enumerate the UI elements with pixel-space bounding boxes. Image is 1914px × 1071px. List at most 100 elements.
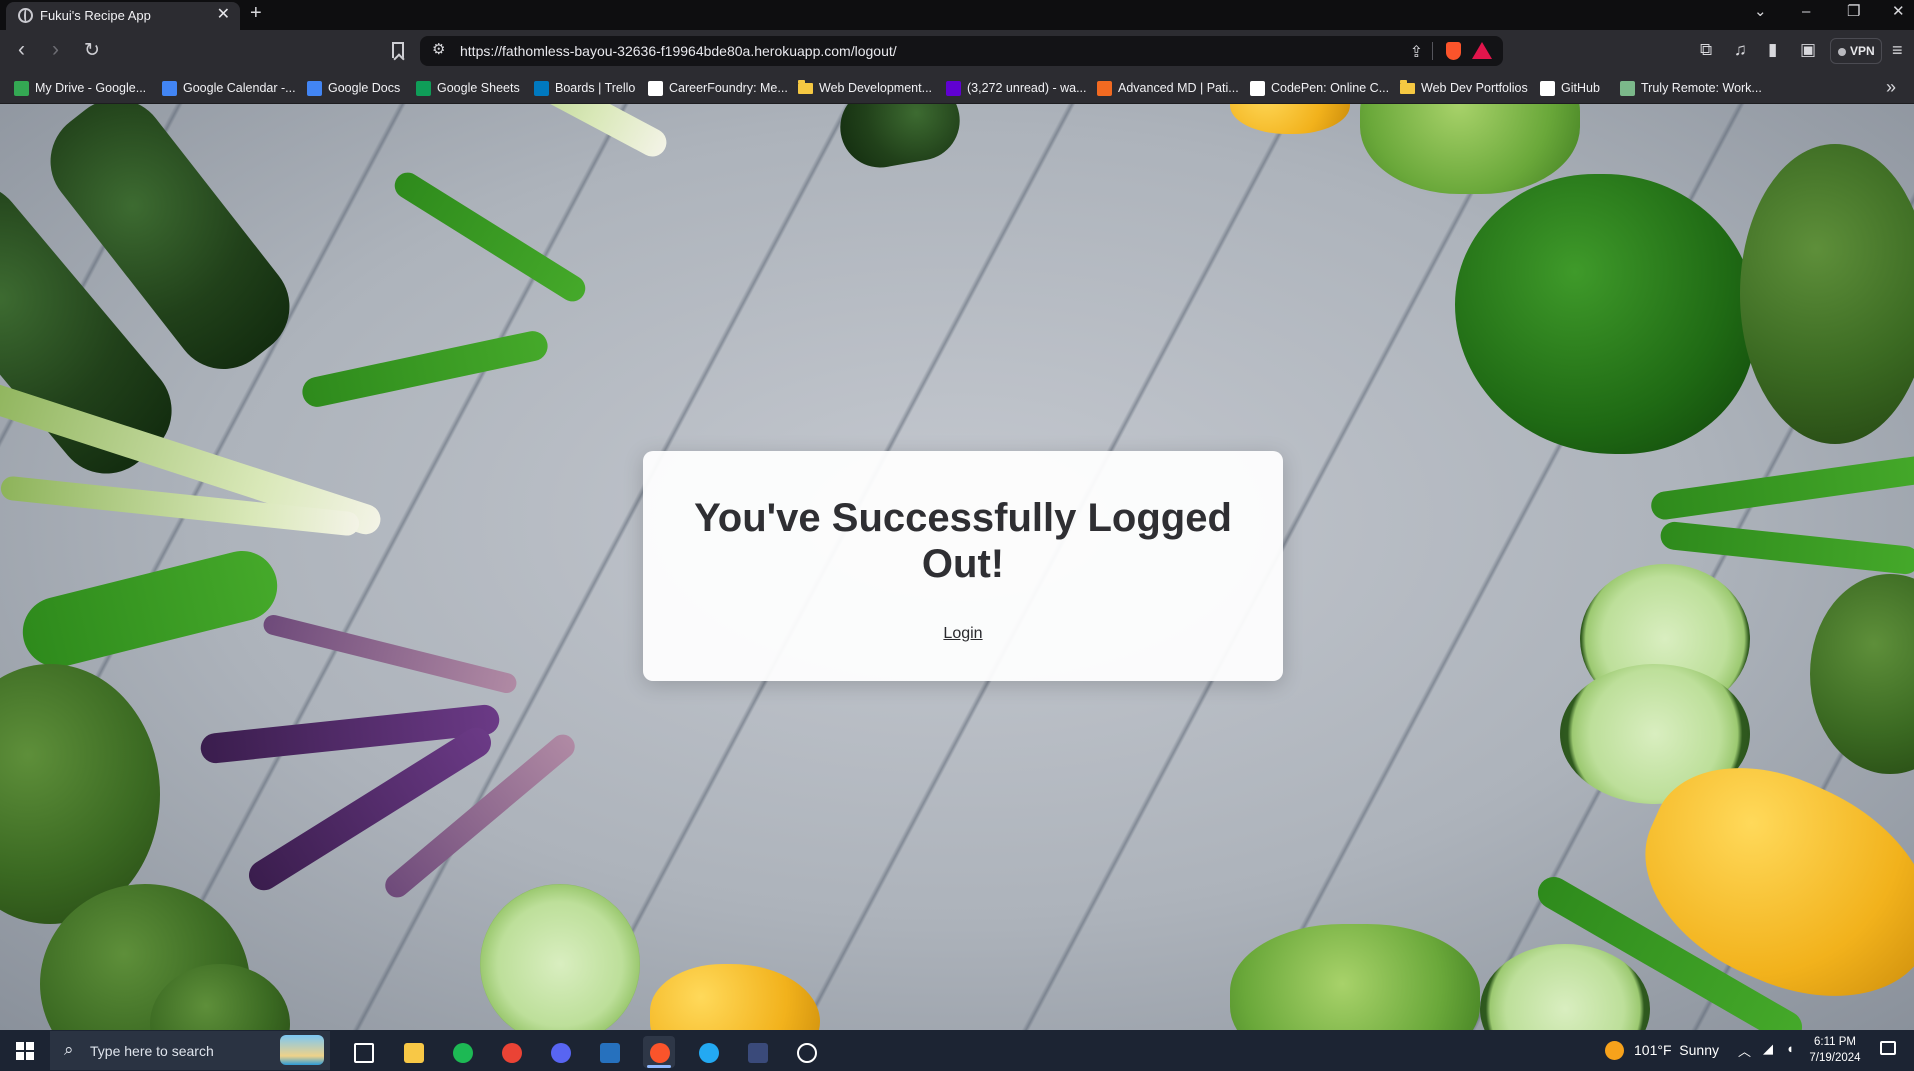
cucumber-slice-image <box>480 884 640 1030</box>
steam-icon <box>797 1043 817 1063</box>
discord-icon <box>551 1043 571 1063</box>
brave-icon <box>650 1043 670 1063</box>
login-link[interactable]: Login <box>643 625 1283 643</box>
new-tab-button[interactable]: + <box>250 1 262 25</box>
bookmark-label: Web Development... <box>819 81 933 95</box>
vpn-button[interactable]: VPN <box>1830 38 1882 64</box>
windows-start-icon[interactable] <box>16 1042 34 1060</box>
bookmark-item[interactable]: Advanced MD | Pati... <box>1097 78 1239 98</box>
cucumber-image <box>833 104 967 174</box>
network-icon[interactable]: ◢ <box>1763 1041 1773 1057</box>
task-view-icon <box>354 1043 374 1063</box>
weather-sun-icon[interactable] <box>1605 1041 1624 1060</box>
taskbar-app-button[interactable] <box>347 1036 379 1068</box>
bookmark-label: GitHub <box>1561 81 1600 95</box>
bookmarks-overflow-icon[interactable]: » <box>1886 77 1896 98</box>
bookmark-label: Web Dev Portfolios <box>1421 81 1528 95</box>
taskbar-app-button[interactable] <box>593 1036 625 1068</box>
forward-button[interactable]: › <box>52 39 59 61</box>
bookmark-item[interactable]: Google Sheets <box>416 78 520 98</box>
reload-button[interactable]: ↻ <box>84 40 100 62</box>
powershell-icon <box>600 1043 620 1063</box>
taskbar-app-button[interactable] <box>495 1036 527 1068</box>
notifications-icon[interactable] <box>1880 1041 1896 1055</box>
taskbar-app-button[interactable] <box>446 1036 478 1068</box>
broccoli-image <box>1810 574 1914 774</box>
tab-close-icon[interactable]: ✕ <box>217 5 230 25</box>
spotify-icon <box>453 1043 473 1063</box>
corn-image <box>650 964 820 1030</box>
back-button[interactable]: ‹ <box>18 39 25 61</box>
bookmark-item[interactable]: Google Docs <box>307 78 400 98</box>
bookmark-item[interactable]: CareerFoundry: Me... <box>648 78 788 98</box>
active-app-indicator <box>647 1065 671 1068</box>
yahoo-mail-icon <box>946 80 961 96</box>
page-viewport: You've Successfully Logged Out! Login <box>0 104 1914 1030</box>
brave-shields-icon[interactable] <box>1446 42 1461 60</box>
vpn-label: VPN <box>1850 44 1875 58</box>
sidebar-icon[interactable]: ▮ <box>1768 40 1777 60</box>
address-bar[interactable]: ⚙ https://fathomless-bayou-32636-f19964b… <box>420 36 1503 66</box>
extensions-icon[interactable]: ⧉ <box>1700 40 1712 60</box>
logout-heading: You've Successfully Logged Out! <box>694 496 1232 586</box>
bookmark-item[interactable]: CodePen: Online C... <box>1250 78 1389 98</box>
chili-pepper-image <box>1649 454 1914 522</box>
taskbar-app-button[interactable] <box>741 1036 773 1068</box>
browser-tab-strip: Fukui's Recipe App ✕ + ⌄ – ❐ ✕ <box>0 0 1914 30</box>
taskbar-app-button[interactable] <box>643 1036 675 1068</box>
url-text[interactable]: https://fathomless-bayou-32636-f19964bde… <box>460 43 897 59</box>
bookmark-item[interactable]: Boards | Trello <box>534 78 635 98</box>
globe-icon <box>18 8 33 23</box>
bookmark-label: Google Calendar -... <box>183 81 296 95</box>
restore-button[interactable]: ❐ <box>1847 3 1860 21</box>
cucumber-slice-image <box>1480 944 1650 1030</box>
bookmark-label: Advanced MD | Pati... <box>1118 81 1239 95</box>
clock-date: 7/19/2024 <box>1809 1052 1861 1064</box>
tray-overflow-icon[interactable]: ︿ <box>1738 1041 1751 1060</box>
system-clock[interactable]: 6:11 PM 7/19/2024 <box>1800 1034 1870 1066</box>
taskbar-app-button[interactable] <box>790 1036 822 1068</box>
weather-text[interactable]: 101°F Sunny <box>1634 1042 1719 1058</box>
taskbar-app-button[interactable] <box>692 1036 724 1068</box>
bookmark-label: Google Docs <box>328 81 401 95</box>
site-settings-icon[interactable]: ⚙ <box>432 40 445 58</box>
bookmark-label: (3,272 unread) - wa... <box>967 81 1087 95</box>
bookmark-item[interactable]: GitHub <box>1540 78 1600 98</box>
share-icon[interactable]: ⇪ <box>1410 42 1423 62</box>
chrome-icon <box>502 1043 522 1063</box>
windows-taskbar: ⌕ Type here to search 101°F Sunny ︿ ◢ ◖ … <box>0 1030 1914 1071</box>
truly-remote-icon <box>1620 80 1635 96</box>
bookmark-item[interactable]: Web Development... <box>798 78 932 98</box>
bookmark-item[interactable]: Web Dev Portfolios <box>1400 78 1528 98</box>
file-explorer-icon <box>404 1043 424 1063</box>
brave-rewards-icon[interactable] <box>1472 42 1492 59</box>
green-pepper-image <box>15 543 285 675</box>
minimize-button[interactable]: – <box>1802 3 1810 21</box>
bookmark-label: Google Sheets <box>437 81 520 95</box>
bookmark-item[interactable]: Truly Remote: Work... <box>1620 78 1762 98</box>
taskbar-app-button[interactable] <box>397 1036 429 1068</box>
bookmark-item[interactable]: (3,272 unread) - wa... <box>946 78 1087 98</box>
broccoli-image <box>1740 144 1914 444</box>
green-onion-image <box>428 104 672 162</box>
tab-search-dropdown-icon[interactable]: ⌄ <box>1754 3 1767 21</box>
bookmark-page-icon[interactable] <box>392 42 404 58</box>
browser-tab[interactable]: Fukui's Recipe App ✕ <box>6 2 240 30</box>
close-window-button[interactable]: ✕ <box>1892 3 1905 21</box>
taskbar-search-box[interactable]: ⌕ Type here to search <box>50 1031 330 1070</box>
wallet-icon[interactable]: ▣ <box>1800 40 1816 60</box>
google-sheets-icon <box>416 80 431 96</box>
search-highlight-image <box>280 1035 324 1065</box>
trello-icon <box>534 80 549 96</box>
tab-title: Fukui's Recipe App <box>40 8 151 23</box>
media-controls-icon[interactable]: ♫ <box>1734 40 1747 60</box>
chili-pepper-image <box>1659 520 1914 576</box>
bookmark-item[interactable]: Google Calendar -... <box>162 78 296 98</box>
taskbar-app-button[interactable] <box>544 1036 576 1068</box>
advancedmd-icon <box>1097 80 1112 96</box>
browser-menu-icon[interactable]: ≡ <box>1892 40 1903 61</box>
app-window-icon <box>748 1043 768 1063</box>
bookmark-item[interactable]: My Drive - Google... <box>14 78 146 98</box>
codepen-icon <box>1250 80 1265 96</box>
volume-icon[interactable]: ◖ <box>1786 1041 1794 1056</box>
